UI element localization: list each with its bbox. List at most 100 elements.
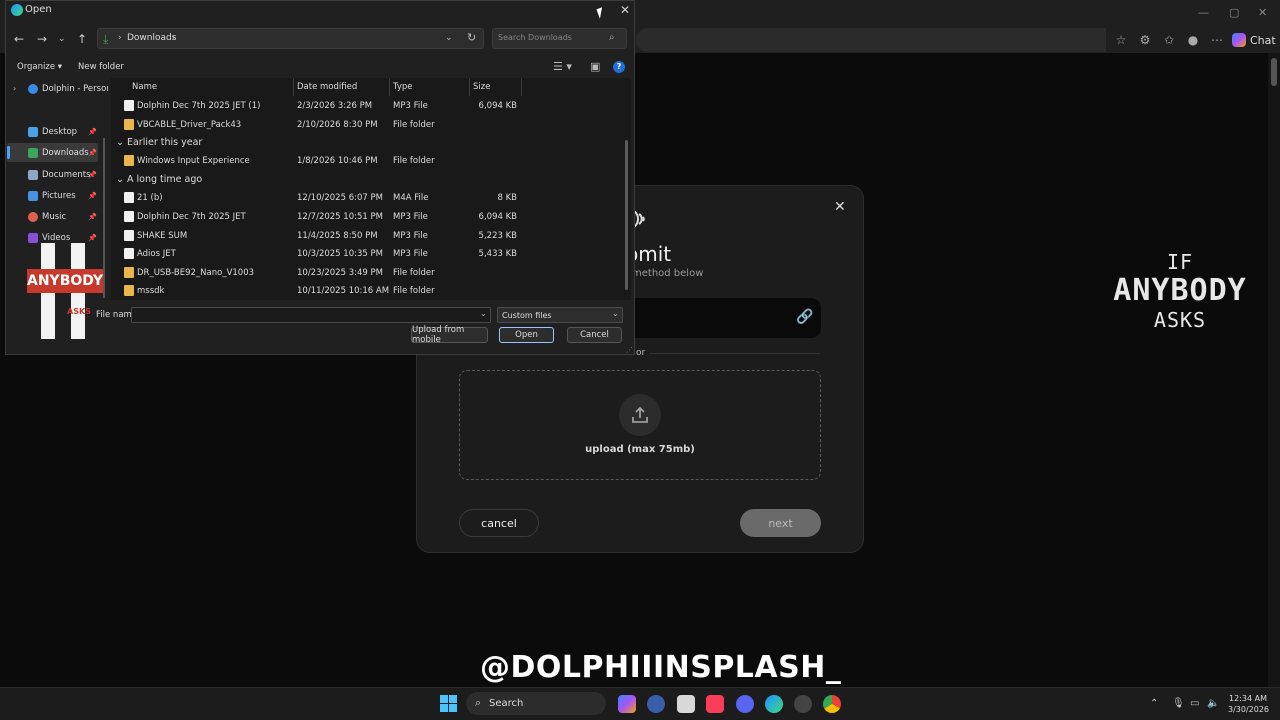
discord-app-icon[interactable] <box>736 695 754 713</box>
copilot-chat-button[interactable]: Chat <box>1232 30 1276 50</box>
view-options-icon[interactable]: ☰ ▾ <box>553 60 572 73</box>
tray-overflow-icon[interactable]: ⌃ <box>1150 698 1158 709</box>
file-date: 1/8/2026 10:46 PM <box>297 156 378 166</box>
edge-app-icon[interactable] <box>765 695 783 713</box>
clock-time: 12:34 AM <box>1229 694 1267 703</box>
window-close-icon[interactable]: ✕ <box>1258 6 1267 19</box>
clock[interactable]: 12:34 AM 3/30/2026 <box>1228 693 1269 715</box>
folder-icon <box>124 267 134 278</box>
network-icon[interactable]: ▭ <box>1190 698 1199 709</box>
file-type: M4A File <box>393 193 429 203</box>
favorites-icon[interactable]: ✩ <box>1162 33 1176 47</box>
filter-dropdown-icon[interactable]: ⌄ <box>612 309 619 318</box>
breadcrumb-downloads[interactable]: Downloads <box>127 33 176 43</box>
file-row[interactable]: Adios JET 10/3/2025 10:35 PM MP3 File 5,… <box>111 245 616 263</box>
file-name-dropdown-icon[interactable]: ⌄ <box>480 309 487 318</box>
file-name: Adios JET <box>137 249 176 259</box>
new-folder-button[interactable]: New folder <box>78 62 124 72</box>
dialog-close-icon[interactable]: ✕ <box>620 3 630 17</box>
page-scrollbar-thumb[interactable] <box>1271 58 1277 86</box>
file-row[interactable]: Dolphin Dec 7th 2025 JET 12/7/2025 10:51… <box>111 208 616 226</box>
column-separator[interactable] <box>293 78 294 96</box>
column-header-size[interactable]: Size <box>473 82 490 92</box>
modal-close-icon[interactable]: ✕ <box>834 199 846 215</box>
file-type-filter[interactable]: Custom files <box>497 307 623 323</box>
audio-file-icon <box>124 230 134 241</box>
refresh-icon[interactable]: ↻ <box>467 31 476 44</box>
store-app-icon[interactable] <box>677 695 695 713</box>
nav-item-onedrive[interactable]: Dolphin - Persoı <box>28 84 109 94</box>
cancel-button[interactable]: Cancel <box>567 327 622 343</box>
file-type: MP3 File <box>393 249 428 259</box>
address-dropdown-icon[interactable]: ⌄ <box>445 33 453 43</box>
back-icon[interactable]: ← <box>14 32 24 46</box>
creator-handle: @DOLPHIIINSPLASH_ <box>480 650 842 685</box>
cloud-icon <box>28 84 38 94</box>
file-row[interactable]: Dolphin Dec 7th 2025 JET (1) 2/3/2026 3:… <box>111 97 616 115</box>
nav-scrollbar[interactable] <box>103 138 105 298</box>
browser-address-bar[interactable] <box>636 28 1106 52</box>
volume-icon[interactable]: 🔈 <box>1207 698 1219 709</box>
breadcrumb-chevron-icon[interactable]: › <box>172 33 176 43</box>
microphone-icon[interactable]: 🎙 <box>1172 698 1185 709</box>
up-icon[interactable]: ↑ <box>77 32 87 46</box>
list-scrollbar[interactable] <box>625 140 628 290</box>
expand-chevron-icon[interactable]: › <box>13 84 16 93</box>
sticker-asks: ASKS <box>67 307 91 316</box>
file-row[interactable]: DR_USB-BE92_Nano_V1003 10/23/2025 3:49 P… <box>111 264 616 282</box>
modal-cancel-button[interactable]: cancel <box>459 509 539 537</box>
open-button[interactable]: Open <box>499 327 554 343</box>
column-header-date[interactable]: Date modified <box>297 82 357 92</box>
chrome-app-icon[interactable] <box>823 695 841 713</box>
nav-item-pictures[interactable]: Pictures <box>28 191 76 201</box>
folder-icon <box>124 285 134 296</box>
music-app-icon[interactable] <box>706 695 724 713</box>
extensions-icon[interactable]: ⚙ <box>1138 33 1152 47</box>
nav-item-desktop[interactable]: Desktop <box>28 127 77 137</box>
app-icon[interactable] <box>794 695 812 713</box>
star-icon[interactable]: ☆ <box>1114 33 1128 47</box>
file-name-input[interactable] <box>131 307 491 323</box>
page-scrollbar[interactable] <box>1268 53 1280 687</box>
column-separator[interactable] <box>469 78 470 96</box>
audio-file-icon <box>124 192 134 203</box>
file-row[interactable]: mssdk 10/11/2025 10:16 AM File folder <box>111 282 616 300</box>
nav-item-documents[interactable]: Documents <box>28 170 90 180</box>
taskbar-search[interactable] <box>466 692 606 715</box>
upload-icon <box>619 394 661 436</box>
file-row[interactable]: VBCABLE_Driver_Pack43 2/10/2026 8:30 PM … <box>111 116 616 134</box>
upload-from-mobile-button[interactable]: Upload from mobile <box>411 325 488 345</box>
column-separator[interactable] <box>389 78 390 96</box>
more-icon[interactable]: ⋯ <box>1210 33 1224 47</box>
group-header-earlier[interactable]: ⌄ Earlier this year <box>116 137 202 148</box>
file-row[interactable]: SHAKE SUM 11/4/2025 8:50 PM MP3 File 5,2… <box>111 227 616 245</box>
column-header-name[interactable]: Name <box>132 82 157 92</box>
nav-item-videos[interactable]: Videos <box>28 233 70 243</box>
taskbar-search-label: Search <box>489 698 524 709</box>
recent-dropdown-icon[interactable]: ⌄ <box>58 34 66 44</box>
file-row[interactable]: 21 (b) 12/10/2025 6:07 PM M4A File 8 KB <box>111 189 616 207</box>
group-header-long-ago[interactable]: ⌄ A long time ago <box>116 174 202 185</box>
preview-pane-icon[interactable]: ▣ <box>590 60 600 73</box>
audio-file-icon <box>124 100 134 111</box>
forward-icon[interactable]: → <box>37 32 47 46</box>
nav-item-downloads[interactable]: Downloads <box>28 148 89 158</box>
profile-icon[interactable]: ● <box>1186 33 1200 47</box>
file-type: File folder <box>393 268 435 278</box>
resize-grip-icon[interactable]: ⋰ <box>626 346 633 354</box>
column-separator[interactable] <box>521 78 522 96</box>
nav-item-music[interactable]: Music <box>28 212 66 222</box>
maximize-icon[interactable]: ▢ <box>1229 6 1239 19</box>
pin-icon: 📌 <box>88 171 97 179</box>
start-icon[interactable] <box>440 695 457 712</box>
organize-button[interactable]: Organize ▾ <box>17 62 62 72</box>
modal-next-button[interactable]: next <box>740 509 821 537</box>
file-row[interactable]: Windows Input Experience 1/8/2026 10:46 … <box>111 152 616 170</box>
settings-app-icon[interactable] <box>647 695 665 713</box>
help-icon[interactable]: ? <box>613 61 625 73</box>
search-placeholder: Search Downloads <box>498 33 572 42</box>
copilot-app-icon[interactable] <box>618 695 636 713</box>
column-header-type[interactable]: Type <box>393 82 413 92</box>
minimize-icon[interactable]: — <box>1198 6 1209 19</box>
file-name: Dolphin Dec 7th 2025 JET <box>137 212 246 222</box>
